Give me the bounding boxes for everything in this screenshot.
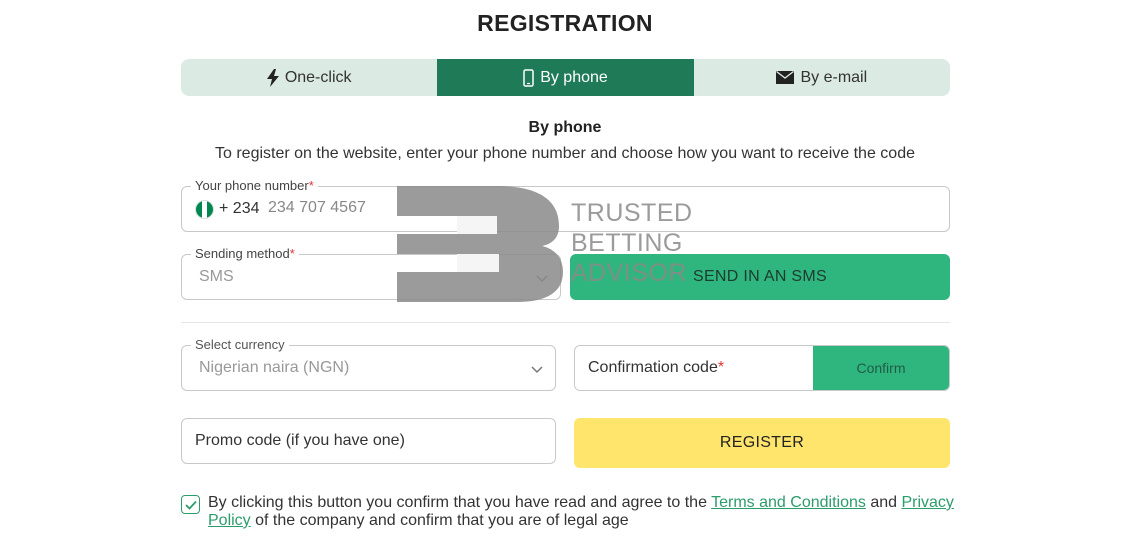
phone-input-placeholder[interactable]: 234 707 4567 [268,199,366,217]
tab-one-click[interactable]: One-click [181,59,437,96]
chevron-down-icon [531,361,543,379]
sending-method-label: Sending method* [191,246,299,262]
phone-icon [523,68,534,87]
phone-label: Your phone number* [191,178,318,194]
sending-method-select[interactable]: Sending method* SMS [181,246,561,300]
chevron-down-icon [536,270,548,288]
confirmation-code-input[interactable]: Confirmation code * [575,346,813,390]
send-sms-button[interactable]: SEND IN AN SMS [570,254,950,300]
divider [181,322,950,323]
phone-field[interactable]: Your phone number* + 234 234 707 4567 [181,178,950,232]
agreement-row: By clicking this button you confirm that… [181,494,956,530]
tab-by-email[interactable]: By e-mail [694,59,950,96]
currency-select[interactable]: Select currency Nigerian naira (NGN) [181,337,556,391]
country-code: + 234 [219,200,260,217]
envelope-icon [776,71,795,84]
promo-code-placeholder: Promo code (if you have one) [195,432,405,449]
lightning-icon [266,68,279,87]
section-title: By phone [528,119,602,136]
agreement-checkbox[interactable] [181,495,200,514]
promo-code-input[interactable]: Promo code (if you have one) [181,418,556,464]
currency-label: Select currency [191,337,289,353]
sending-method-value: SMS [199,268,234,285]
tab-one-click-label: One-click [284,68,352,86]
checkmark-icon [184,500,197,510]
tab-by-email-label: By e-mail [800,68,868,86]
terms-link[interactable]: Terms and Conditions [711,494,866,511]
section-description: To register on the website, enter your p… [215,145,915,162]
confirmation-code-group: Confirmation code * Confirm [574,345,950,391]
confirm-button[interactable]: Confirm [813,346,949,390]
nigeria-flag-icon[interactable] [195,200,214,219]
tab-by-phone[interactable]: By phone [437,59,694,96]
registration-tabs: One-click By phone By e-mail [181,59,950,96]
page-title: REGISTRATION [477,10,653,36]
tab-by-phone-label: By phone [540,68,608,86]
agreement-text: By clicking this button you confirm that… [208,494,954,529]
currency-value: Nigerian naira (NGN) [199,359,350,376]
register-button[interactable]: REGISTER [574,418,950,468]
